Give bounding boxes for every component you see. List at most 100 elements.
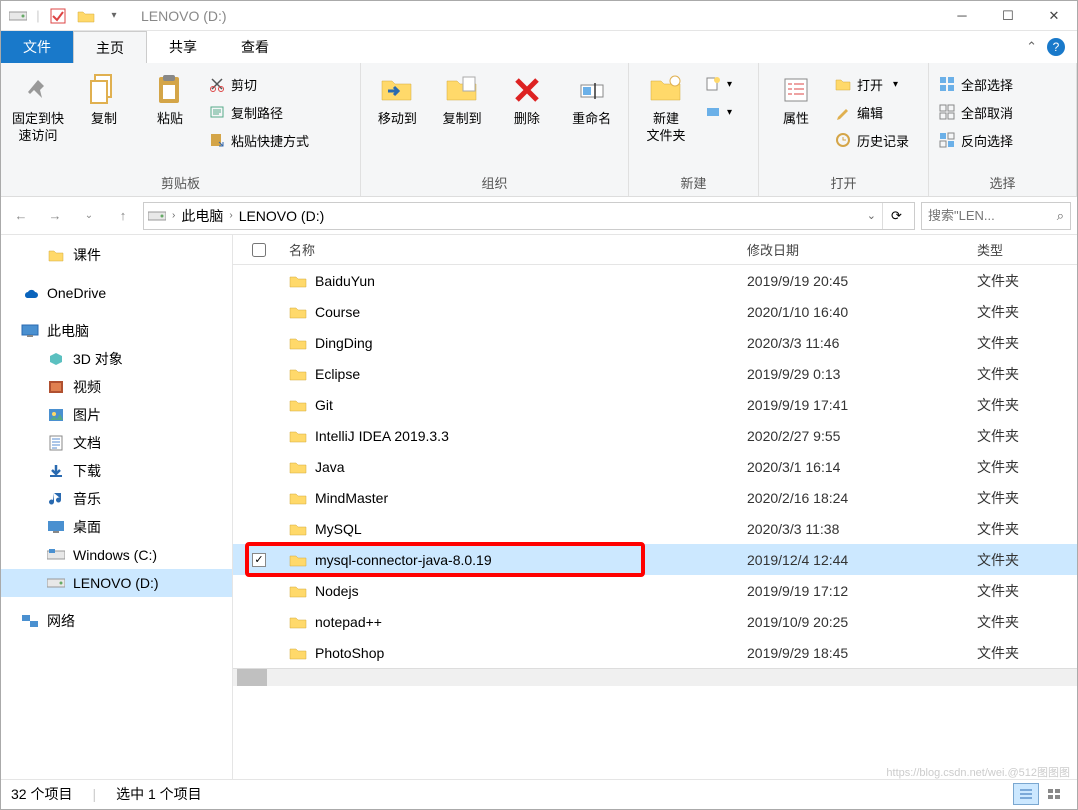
nav-up-button[interactable]: ↑ (109, 202, 137, 230)
edit-button[interactable]: 编辑 (831, 99, 913, 125)
paste-button[interactable]: 粘贴 (139, 67, 201, 128)
tab-file[interactable]: 文件 (1, 31, 73, 63)
minimize-button[interactable]: ─ (939, 1, 985, 31)
easy-access-button[interactable]: ▾ (701, 99, 736, 125)
file-date: 2020/2/27 9:55 (747, 428, 977, 444)
view-icons-button[interactable] (1041, 783, 1067, 805)
select-all-button[interactable]: 全部选择 (935, 71, 1017, 97)
column-type[interactable]: 类型 (977, 240, 1077, 259)
copy-button[interactable]: 复制 (73, 67, 135, 128)
group-clipboard-label: 剪贴板 (7, 171, 354, 194)
chevron-right-icon[interactable]: › (172, 210, 175, 221)
ribbon-tabs: 文件 主页 共享 查看 ⌃ ? (1, 31, 1077, 63)
breadcrumb-pc[interactable]: 此电脑 (181, 206, 223, 226)
column-name[interactable]: 名称ˆ (285, 240, 747, 259)
status-selected-count: 选中 1 个项目 (116, 784, 202, 804)
table-row[interactable]: Course2020/1/10 16:40文件夹 (233, 296, 1077, 327)
select-all-checkbox[interactable] (252, 243, 266, 257)
help-icon[interactable]: ? (1047, 38, 1065, 56)
file-name: Course (315, 304, 360, 320)
open-button[interactable]: 打开▾ (831, 71, 913, 97)
sidebar-item-3d[interactable]: 3D 对象 (1, 345, 232, 373)
file-type: 文件夹 (977, 457, 1077, 477)
tab-home[interactable]: 主页 (73, 31, 147, 63)
sidebar-item-pictures[interactable]: 图片 (1, 401, 232, 429)
status-item-count: 32 个项目 (11, 784, 72, 804)
file-date: 2019/12/4 12:44 (747, 552, 977, 568)
sidebar-item-cdrive[interactable]: Windows (C:) (1, 541, 232, 569)
search-box[interactable]: ⌕ (921, 202, 1071, 230)
nav-recent-button[interactable]: ⌄ (75, 202, 103, 230)
address-box[interactable]: › 此电脑 › LENOVO (D:) ⌄ ⟳ (143, 202, 915, 230)
sidebar-item-courseware[interactable]: 课件 (1, 241, 232, 269)
new-folder-button[interactable]: 新建 文件夹 (635, 67, 697, 145)
copy-to-button[interactable]: 复制到 (432, 67, 493, 128)
tab-view[interactable]: 查看 (219, 31, 291, 63)
cut-button[interactable]: 剪切 (205, 71, 313, 97)
close-button[interactable]: ✕ (1031, 1, 1077, 31)
search-icon[interactable]: ⌕ (1057, 208, 1064, 224)
qat-checkbox-icon[interactable] (47, 5, 69, 27)
file-type: 文件夹 (977, 581, 1077, 601)
sidebar-item-ddrive[interactable]: LENOVO (D:) (1, 569, 232, 597)
table-row[interactable]: notepad++2019/10/9 20:25文件夹 (233, 606, 1077, 637)
table-row[interactable]: BaiduYun2019/9/19 20:45文件夹 (233, 265, 1077, 296)
sidebar-item-thispc[interactable]: 此电脑 (1, 317, 232, 345)
sidebar-item-desktop[interactable]: 桌面 (1, 513, 232, 541)
ribbon-collapse-icon[interactable]: ⌃ (1026, 39, 1037, 55)
properties-button[interactable]: 属性 (765, 67, 827, 128)
file-type: 文件夹 (977, 271, 1077, 291)
file-name: IntelliJ IDEA 2019.3.3 (315, 428, 449, 444)
file-date: 2019/9/19 17:12 (747, 583, 977, 599)
address-bar: ← → ⌄ ↑ › 此电脑 › LENOVO (D:) ⌄ ⟳ ⌕ (1, 197, 1077, 235)
delete-button[interactable]: 删除 (497, 67, 558, 128)
table-row[interactable]: DingDing2020/3/3 11:46文件夹 (233, 327, 1077, 358)
qat-dropdown-icon[interactable]: ▾ (103, 5, 125, 27)
table-row[interactable]: PhotoShop2019/9/29 18:45文件夹 (233, 637, 1077, 668)
table-row[interactable]: Git2019/9/19 17:41文件夹 (233, 389, 1077, 420)
move-to-button[interactable]: 移动到 (367, 67, 428, 128)
copy-path-button[interactable]: 复制路径 (205, 99, 313, 125)
file-name: Nodejs (315, 583, 359, 599)
table-row[interactable]: Eclipse2019/9/29 0:13文件夹 (233, 358, 1077, 389)
table-row[interactable]: IntelliJ IDEA 2019.3.32020/2/27 9:55文件夹 (233, 420, 1077, 451)
qat-folder-icon[interactable] (75, 5, 97, 27)
file-name: Java (315, 459, 345, 475)
select-invert-button[interactable]: 反向选择 (935, 127, 1017, 153)
refresh-button[interactable]: ⟳ (882, 203, 910, 229)
paste-shortcut-button[interactable]: 粘贴快捷方式 (205, 127, 313, 153)
search-input[interactable] (928, 208, 1053, 223)
table-row[interactable]: Java 2020/3/1 16:14文件夹 (233, 451, 1077, 482)
sidebar-item-downloads[interactable]: 下载 (1, 457, 232, 485)
sidebar-item-music[interactable]: 音乐 (1, 485, 232, 513)
pin-to-quickaccess-button[interactable]: 固定到快 速访问 (7, 67, 69, 145)
file-name: MindMaster (315, 490, 388, 506)
rename-button[interactable]: 重命名 (561, 67, 622, 128)
column-date[interactable]: 修改日期 (747, 240, 977, 259)
select-none-button[interactable]: 全部取消 (935, 99, 1017, 125)
sidebar-item-documents[interactable]: 文档 (1, 429, 232, 457)
table-row[interactable]: Nodejs 2019/9/19 17:12文件夹 (233, 575, 1077, 606)
ribbon: 固定到快 速访问 复制 粘贴 剪切 复制路径 粘贴快捷方式 剪贴板 移动到 (1, 63, 1077, 197)
view-details-button[interactable] (1013, 783, 1039, 805)
sidebar-item-onedrive[interactable]: OneDrive (1, 279, 232, 307)
file-date: 2020/2/16 18:24 (747, 490, 977, 506)
table-row[interactable]: MySQL2020/3/3 11:38文件夹 (233, 513, 1077, 544)
file-date: 2020/3/1 16:14 (747, 459, 977, 475)
address-dropdown-icon[interactable]: ⌄ (867, 209, 876, 222)
file-list: BaiduYun2019/9/19 20:45文件夹Course2020/1/1… (233, 265, 1077, 668)
horizontal-scrollbar[interactable] (233, 668, 1077, 686)
breadcrumb-drive[interactable]: LENOVO (D:) (239, 208, 325, 224)
column-headers: 名称ˆ 修改日期 类型 (233, 235, 1077, 265)
sidebar-item-video[interactable]: 视频 (1, 373, 232, 401)
sidebar-item-network[interactable]: 网络 (1, 607, 232, 635)
maximize-button[interactable]: ☐ (985, 1, 1031, 31)
history-button[interactable]: 历史记录 (831, 127, 913, 153)
tab-share[interactable]: 共享 (147, 31, 219, 63)
chevron-right-icon[interactable]: › (229, 210, 232, 221)
table-row[interactable]: ✓mysql-connector-java-8.0.192019/12/4 12… (233, 544, 1077, 575)
nav-back-button[interactable]: ← (7, 202, 35, 230)
nav-forward-button[interactable]: → (41, 202, 69, 230)
table-row[interactable]: MindMaster2020/2/16 18:24文件夹 (233, 482, 1077, 513)
new-item-button[interactable]: ▾ (701, 71, 736, 97)
